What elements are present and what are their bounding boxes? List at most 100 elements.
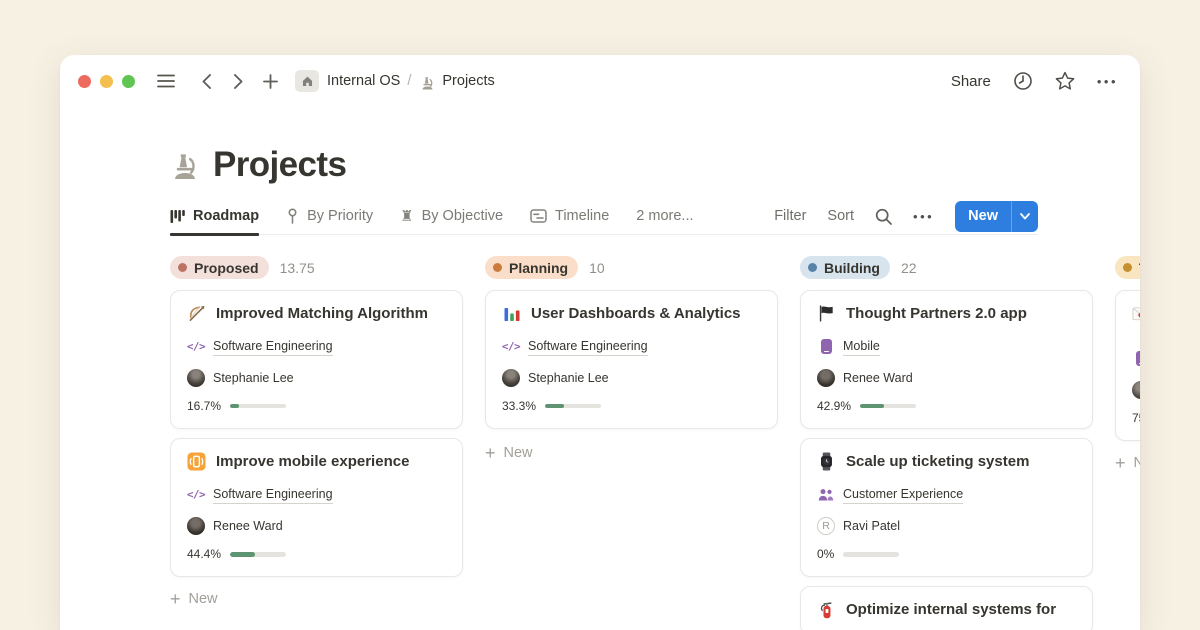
plus-icon: + xyxy=(1115,454,1126,472)
column-clipped: T xyxy=(1115,255,1140,630)
page-header: Projects xyxy=(170,132,1140,182)
new-page-plus-icon[interactable] xyxy=(257,67,283,95)
status-badge[interactable]: Planning xyxy=(485,256,578,279)
project-card[interactable]: Improve mobile experience </> Software E… xyxy=(170,438,463,577)
avatar xyxy=(187,369,205,387)
card-title: Optimize internal systems for xyxy=(846,601,1056,618)
minimize-window-button[interactable] xyxy=(100,75,113,88)
card-title: Thought Partners 2.0 app xyxy=(846,305,1027,322)
progress-label: 75 xyxy=(1132,411,1140,425)
tab-more-views[interactable]: 2 more... xyxy=(636,198,693,235)
column-proposed: Proposed 13.75 Improved Matching Algorit… xyxy=(170,255,463,630)
person-name: Stephanie Lee xyxy=(213,371,294,385)
add-card-label: New xyxy=(189,591,218,607)
tab-timeline[interactable]: Timeline xyxy=(530,198,609,235)
status-badge[interactable]: T xyxy=(1115,256,1140,279)
status-label: T xyxy=(1139,260,1140,276)
avatar xyxy=(1132,381,1140,399)
tab-label: Roadmap xyxy=(193,208,259,224)
back-chevron-icon[interactable] xyxy=(193,67,219,95)
avatar-initial: R xyxy=(817,517,835,535)
tab-label: By Objective xyxy=(422,208,503,224)
watch-icon xyxy=(817,452,836,471)
status-label: Proposed xyxy=(194,260,259,276)
microscope-icon xyxy=(420,76,435,91)
team-link[interactable]: Software Engineering xyxy=(213,485,333,504)
person-name: Ravi Patel xyxy=(843,519,900,533)
progress-label: 0% xyxy=(817,547,834,561)
team-link[interactable]: Software Engineering xyxy=(213,337,333,356)
project-card[interactable]: Optimize internal systems for xyxy=(800,586,1093,630)
new-dropdown-chevron-icon[interactable] xyxy=(1011,201,1038,232)
code-icon: </> xyxy=(187,488,205,501)
menu-icon[interactable] xyxy=(153,67,179,95)
tab-roadmap[interactable]: Roadmap xyxy=(170,198,259,235)
home-icon[interactable] xyxy=(295,70,319,92)
team-link[interactable]: Customer Experience xyxy=(843,485,963,504)
timeline-icon xyxy=(530,208,547,224)
card-title: Improve mobile experience xyxy=(216,453,409,470)
progress-bar xyxy=(860,404,916,409)
star-icon[interactable] xyxy=(1055,71,1075,91)
sort-button[interactable]: Sort xyxy=(827,208,854,224)
avatar xyxy=(817,369,835,387)
mobile-icon xyxy=(821,339,832,354)
filter-button[interactable]: Filter xyxy=(774,208,806,224)
progress-bar xyxy=(230,404,286,409)
share-button[interactable]: Share xyxy=(951,73,991,90)
person-name: Renee Ward xyxy=(213,519,283,533)
progress-label: 16.7% xyxy=(187,399,221,413)
bar-chart-icon xyxy=(502,304,521,323)
people-icon xyxy=(817,488,835,502)
more-options-icon[interactable]: ••• xyxy=(1097,74,1118,89)
project-card[interactable]: 75 xyxy=(1115,290,1140,441)
zoom-window-button[interactable] xyxy=(122,75,135,88)
column-planning: Planning 10 User Dashboards & Analytics … xyxy=(485,255,778,630)
new-button[interactable]: New xyxy=(955,201,1011,232)
add-card-button[interactable]: + New xyxy=(1115,454,1140,472)
avatar xyxy=(187,517,205,535)
status-dot xyxy=(808,263,817,272)
status-badge[interactable]: Proposed xyxy=(170,256,269,279)
page-microscope-icon[interactable] xyxy=(170,152,200,182)
card-title: User Dashboards & Analytics xyxy=(531,305,741,322)
team-link[interactable]: Software Engineering xyxy=(528,337,648,356)
window-titlebar: Internal OS / Projects Share ••• xyxy=(60,55,1140,107)
add-card-label: New xyxy=(1134,455,1140,471)
app-window: Internal OS / Projects Share ••• Project… xyxy=(60,55,1140,630)
tab-label: 2 more... xyxy=(636,208,693,224)
new-button-group: New xyxy=(955,201,1038,232)
kanban-icon xyxy=(170,209,185,224)
breadcrumb-separator: / xyxy=(407,73,411,89)
tab-label: By Priority xyxy=(307,208,373,224)
team-link[interactable]: Mobile xyxy=(843,337,880,356)
project-card[interactable]: Scale up ticketing system Customer Exper… xyxy=(800,438,1093,577)
project-card[interactable]: User Dashboards & Analytics </> Software… xyxy=(485,290,778,429)
breadcrumb-root[interactable]: Internal OS xyxy=(327,73,400,89)
column-count: 13.75 xyxy=(280,260,315,276)
progress-label: 44.4% xyxy=(187,547,221,561)
person-name: Renee Ward xyxy=(843,371,913,385)
status-dot xyxy=(1123,263,1132,272)
vibrating-phone-icon xyxy=(187,452,206,471)
close-window-button[interactable] xyxy=(78,75,91,88)
avatar xyxy=(502,369,520,387)
status-badge[interactable]: Building xyxy=(800,256,890,279)
breadcrumb-current[interactable]: Projects xyxy=(442,73,494,89)
tab-by-priority[interactable]: By Priority xyxy=(286,198,373,235)
card-title: Improved Matching Algorithm xyxy=(216,305,428,322)
progress-label: 33.3% xyxy=(502,399,536,413)
search-icon[interactable] xyxy=(875,208,892,225)
project-card[interactable]: Thought Partners 2.0 app Mobile Renee Wa… xyxy=(800,290,1093,429)
status-label: Building xyxy=(824,260,880,276)
view-options-icon[interactable]: ••• xyxy=(913,209,934,224)
tab-by-objective[interactable]: ♜ By Objective xyxy=(400,198,503,235)
clock-icon[interactable] xyxy=(1013,71,1033,91)
project-card[interactable]: Improved Matching Algorithm </> Software… xyxy=(170,290,463,429)
forward-chevron-icon[interactable] xyxy=(225,67,251,95)
code-icon: </> xyxy=(187,340,205,353)
fire-extinguisher-icon xyxy=(817,600,836,619)
add-card-button[interactable]: + New xyxy=(485,444,778,462)
plus-icon: + xyxy=(170,590,181,608)
add-card-button[interactable]: + New xyxy=(170,590,463,608)
